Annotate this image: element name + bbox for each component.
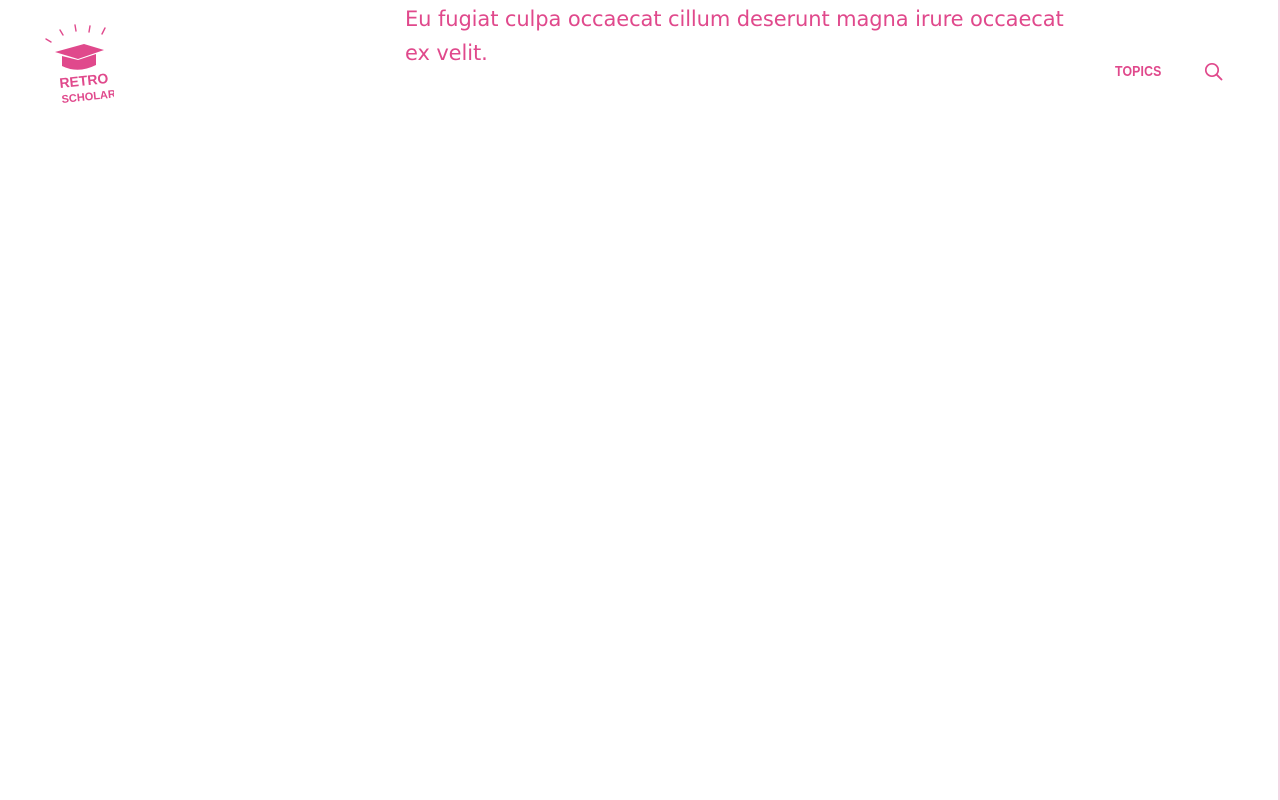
logo-line2: SCHOLAR bbox=[61, 88, 114, 106]
hero-text: Eu fugiat culpa occaecat cillum deserunt… bbox=[405, 7, 1064, 65]
search-button[interactable] bbox=[1202, 60, 1224, 82]
search-icon bbox=[1204, 62, 1222, 80]
logo-line1: RETRO bbox=[59, 70, 110, 91]
nav-topics-link[interactable]: TOPICS bbox=[1115, 63, 1162, 80]
graduation-cap-icon: RETRO SCHOLAR bbox=[45, 24, 114, 106]
site-logo[interactable]: RETRO SCHOLAR bbox=[44, 22, 114, 108]
main-nav: TOPICS bbox=[1115, 60, 1224, 82]
